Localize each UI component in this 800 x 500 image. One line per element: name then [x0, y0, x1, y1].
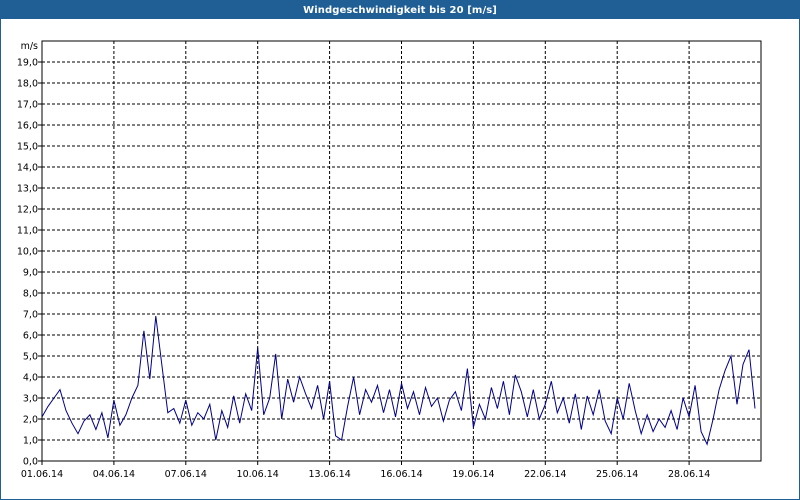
- y-tick-labels: 0,0 1,0 2,0 3,0 4,0 5,0 6,0 7,0 8,0 9,0 10,0 11,0 12…: [17, 58, 38, 468]
- y-tick-label: 8,0: [23, 289, 38, 300]
- x-tick-label: 25.06.14: [596, 469, 638, 480]
- x-tick-label: 16.06.14: [380, 469, 422, 480]
- y-tick-label: 13,0: [17, 184, 38, 195]
- y-tick-label: 7,0: [23, 310, 38, 321]
- y-tick-label: 12,0: [17, 205, 38, 216]
- y-tick-label: 17,0: [17, 100, 38, 111]
- y-axis-unit-label: m/s: [21, 41, 38, 52]
- x-tick-label: 07.06.14: [165, 469, 207, 480]
- y-tick-label: 3,0: [23, 394, 38, 405]
- y-tick-label: 10,0: [17, 247, 38, 258]
- y-tick-label: 5,0: [23, 352, 38, 363]
- y-tick-label: 6,0: [23, 331, 38, 342]
- y-tick-label: 14,0: [17, 163, 38, 174]
- y-tick-label: 18,0: [17, 79, 38, 90]
- x-tick-labels: 01.06.14 04.06.14 07.06.14 10.06.14 13.06.14…: [21, 469, 710, 480]
- wind-speed-chart: 0,0 1,0 2,0 3,0 4,0 5,0 6,0 7,0 8,0 9,0 10,0 11,0 12…: [17, 40, 762, 480]
- y-tick-label: 16,0: [17, 121, 38, 132]
- x-tick-label: 19.06.14: [452, 469, 494, 480]
- x-tick-label: 13.06.14: [308, 469, 350, 480]
- y-tick-label: 11,0: [17, 226, 38, 237]
- y-tick-label: 0,0: [23, 457, 38, 468]
- y-tick-label: 2,0: [23, 415, 38, 426]
- x-tick-label: 01.06.14: [21, 469, 63, 480]
- x-tick-label: 10.06.14: [237, 469, 279, 480]
- x-tick-label: 04.06.14: [93, 469, 135, 480]
- y-tick-label: 4,0: [23, 373, 38, 384]
- grid-lines: [38, 41, 761, 465]
- x-tick-label: 28.06.14: [668, 469, 710, 480]
- y-tick-label: 15,0: [17, 142, 38, 153]
- x-tick-label: 22.06.14: [524, 469, 566, 480]
- y-tick-label: 9,0: [23, 268, 38, 279]
- y-tick-label: 1,0: [23, 436, 38, 447]
- y-tick-label: 19,0: [17, 58, 38, 69]
- chart-window: Windgeschwindigkeit bis 20 [m/s] 0,0 1,0 2…: [0, 0, 800, 500]
